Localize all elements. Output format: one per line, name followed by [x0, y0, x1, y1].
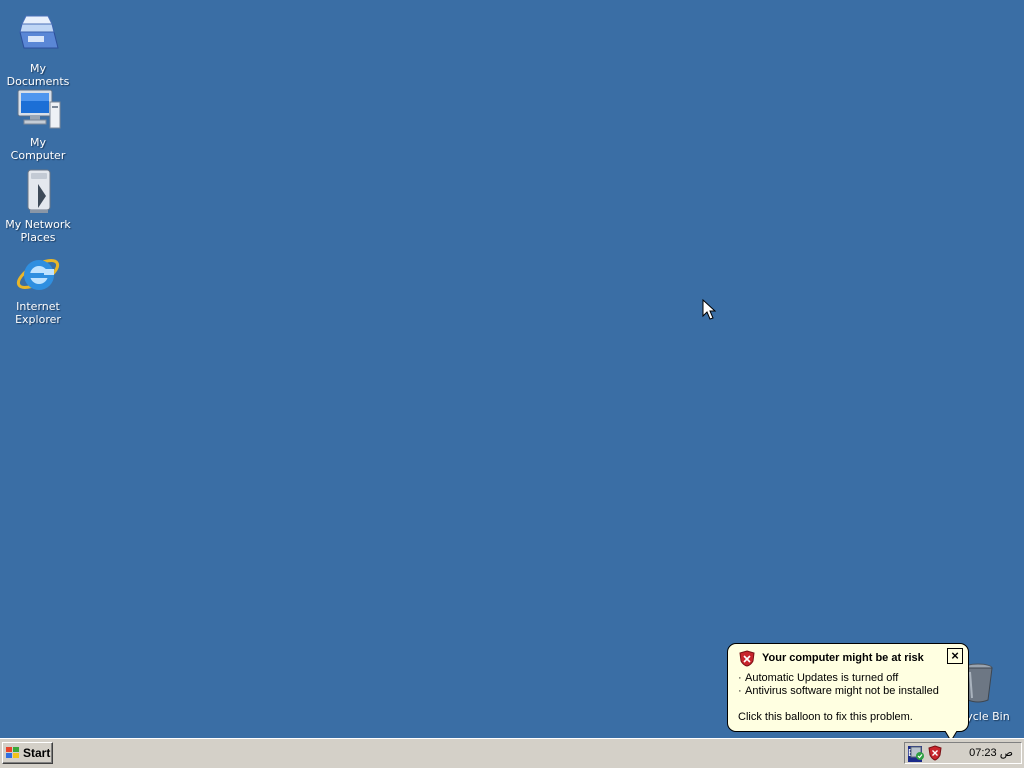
security-shield-icon — [739, 650, 755, 667]
desktop-icon-label: My Computer — [10, 136, 66, 162]
desktop-icon-my-computer[interactable]: My Computer — [1, 86, 75, 162]
start-button[interactable]: Start — [2, 742, 53, 764]
desktop-icon-label: My Network Places — [5, 218, 71, 244]
desktop-icon-internet-explorer[interactable]: Internet Explorer — [1, 250, 75, 326]
bullet-icon: · — [738, 672, 742, 684]
balloon-action-text[interactable]: Click this balloon to fix this problem. — [738, 711, 913, 723]
windows-flag-icon — [6, 747, 19, 758]
balloon-item-text: Automatic Updates is turned off — [745, 672, 899, 684]
mouse-cursor-icon — [702, 299, 716, 320]
system-tray: ص 07:23 — [904, 742, 1022, 764]
network-places-icon — [14, 168, 62, 216]
taskbar: Start EN ص 07:23 — [0, 738, 1024, 768]
clock[interactable]: ص 07:23 — [969, 746, 1013, 759]
security-center-icon[interactable] — [927, 745, 943, 761]
security-alert-balloon[interactable]: Your computer might be at risk × · Automa… — [727, 643, 969, 732]
my-computer-icon — [14, 86, 62, 134]
desktop-icon-my-documents[interactable]: My Documents — [1, 12, 75, 88]
network-status-icon[interactable] — [909, 745, 925, 761]
balloon-item-text: Antivirus software might not be installe… — [745, 685, 939, 697]
bullet-icon: · — [738, 685, 742, 697]
balloon-close-button[interactable]: × — [947, 648, 963, 664]
desktop-icon-label: Internet Explorer — [15, 300, 61, 326]
my-documents-icon — [14, 12, 62, 60]
desktop: My Documents My Computer My Network Plac… — [0, 0, 1024, 738]
desktop-icon-label: My Documents — [6, 62, 70, 88]
start-label: Start — [23, 746, 51, 760]
balloon-item: · Automatic Updates is turned off — [738, 672, 898, 684]
balloon-item: · Antivirus software might not be install… — [738, 685, 939, 697]
balloon-title: Your computer might be at risk — [762, 652, 924, 664]
internet-explorer-icon — [14, 250, 62, 298]
desktop-icon-network-places[interactable]: My Network Places — [1, 168, 75, 244]
